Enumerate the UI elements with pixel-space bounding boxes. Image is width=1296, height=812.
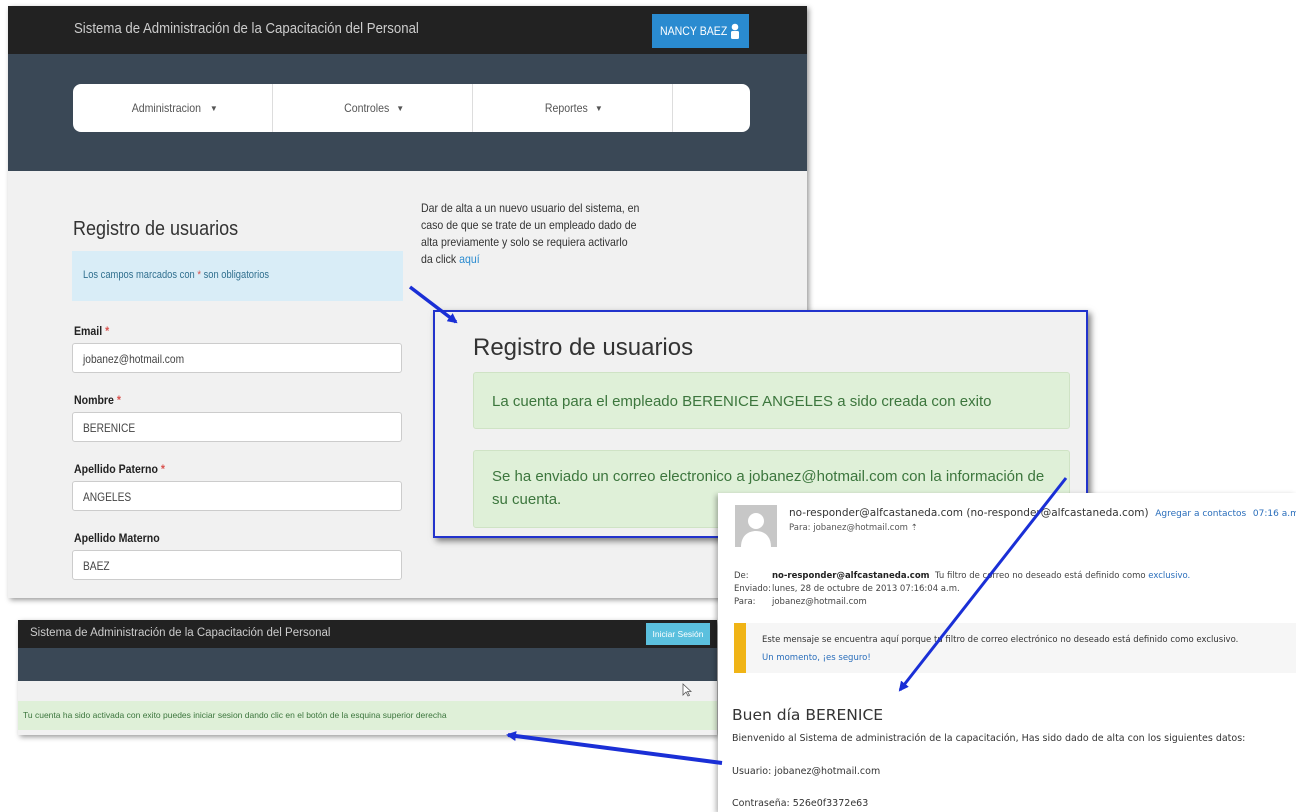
caret-down-icon: ▼	[594, 103, 603, 113]
email-sender-header: no-responder@alfcastaneda.com (no-respon…	[789, 507, 1296, 519]
apellido-paterno-input[interactable]: ANGELES	[72, 481, 402, 511]
input-value: ANGELES	[83, 490, 132, 504]
meta-from: De: no-responder@alfcastaneda.com Tu filt…	[734, 571, 1190, 581]
nav-label: Controles	[343, 101, 390, 115]
note-text: Los campos marcados con	[83, 269, 198, 281]
account-created-alert: La cuenta para el empleado BERENICE ANGE…	[473, 372, 1070, 429]
meta-value: no-responder@alfcastaneda.com	[772, 571, 930, 581]
apellido-paterno-label: Apellido Paterno *	[74, 462, 165, 476]
caret-down-icon: ▼	[209, 103, 218, 113]
header-band	[18, 648, 717, 681]
top-navbar: Sistema de Administración de la Capacita…	[18, 620, 717, 648]
activation-success-alert: Tu cuenta ha sido activada con exito pue…	[18, 701, 717, 730]
sender-address: no-responder@alfcastaneda.com (no-respon…	[789, 507, 1149, 519]
input-value: jobanez@hotmail.com	[83, 352, 185, 366]
activation-window: Sistema de Administración de la Capacita…	[18, 620, 717, 735]
avatar	[735, 505, 777, 547]
meta-key: De:	[734, 571, 749, 581]
description-text: Dar de alta a un nuevo usuario del siste…	[421, 200, 641, 268]
meta-value: jobanez@hotmail.com	[772, 597, 867, 607]
required-fields-note: Los campos marcados con * son obligatori…	[72, 251, 403, 301]
required-mark: *	[160, 462, 165, 476]
label-text: Apellido Paterno	[74, 462, 158, 476]
page-title: Registro de usuarios	[73, 218, 239, 240]
warning-bar	[734, 623, 746, 673]
success-title: Registro de usuarios	[473, 334, 694, 361]
email-greeting: Buen día BERENICE	[732, 706, 884, 724]
safe-link[interactable]: Un momento, ¡es seguro!	[762, 653, 871, 663]
nombre-label: Nombre *	[74, 393, 121, 407]
activate-link[interactable]: aquí	[459, 252, 480, 266]
meta-to: Para: jobanez@hotmail.com	[734, 597, 867, 607]
required-mark: *	[105, 324, 110, 338]
apellido-materno-label: Apellido Materno	[74, 531, 160, 545]
email-window: no-responder@alfcastaneda.com (no-respon…	[718, 493, 1296, 812]
note-text: son obligatorios	[200, 269, 270, 281]
input-value: BAEZ	[83, 559, 110, 573]
apellido-materno-input[interactable]: BAEZ	[72, 550, 402, 580]
label-text: Nombre	[74, 393, 114, 407]
recipient-text: Para: jobanez@hotmail.com	[789, 523, 908, 533]
required-mark: *	[116, 393, 121, 407]
label-text: Apellido Materno	[74, 531, 160, 545]
expand-icon[interactable]: ⇡	[911, 523, 918, 533]
email-time: 07:16 a.m.	[1252, 509, 1296, 519]
warning-text: Este mensaje se encuentra aquí porque tu…	[762, 635, 1239, 645]
email-welcome: Bienvenido al Sistema de administración …	[732, 733, 1246, 744]
nav-administracion[interactable]: Administracion ▼	[73, 84, 273, 132]
person-icon	[741, 513, 771, 547]
main-nav: Administracion ▼ Controles ▼ Reportes ▼	[73, 84, 750, 132]
app-title: Sistema de Administración de la Capacita…	[30, 627, 331, 639]
label-text: Email	[74, 324, 103, 338]
email-label: Email *	[74, 324, 109, 338]
email-username: Usuario: jobanez@hotmail.com	[732, 766, 881, 777]
email-input[interactable]: jobanez@hotmail.com	[72, 343, 402, 373]
junk-warning: Este mensaje se encuentra aquí porque tu…	[734, 623, 1296, 673]
meta-sent: Enviado:lunes, 28 de octubre de 2013 07:…	[734, 584, 960, 594]
meta-value: lunes, 28 de octubre de 2013 07:16:04 a.…	[772, 584, 960, 594]
nav-controles[interactable]: Controles ▼	[273, 84, 473, 132]
user-icon	[731, 23, 739, 39]
email-recipient-header: Para: jobanez@hotmail.com ⇡	[789, 523, 918, 533]
login-button[interactable]: Iniciar Sesión	[646, 623, 710, 645]
filter-link[interactable]: exclusivo.	[1148, 571, 1190, 581]
add-contact-link[interactable]: Agregar a contactos	[1155, 509, 1246, 519]
app-title: Sistema de Administración de la Capacita…	[74, 20, 419, 37]
input-value: BERENICE	[83, 421, 136, 435]
arrow-icon	[506, 731, 723, 765]
caret-down-icon: ▼	[396, 103, 405, 113]
meta-key: Enviado:	[734, 584, 771, 594]
nav-reportes[interactable]: Reportes ▼	[473, 84, 673, 132]
user-name: NANCY BAEZ	[660, 24, 728, 38]
user-menu-button[interactable]: NANCY BAEZ	[652, 14, 749, 48]
meta-key: Para:	[734, 597, 756, 607]
mouse-cursor-icon	[682, 683, 692, 697]
filter-note: Tu filtro de correo no deseado está defi…	[934, 571, 1146, 581]
nav-label: Administracion	[131, 101, 202, 115]
email-password: Contraseña: 526e0f3372e63	[732, 798, 869, 809]
nombre-input[interactable]: BERENICE	[72, 412, 402, 442]
description-body: Dar de alta a un nuevo usuario del siste…	[421, 201, 640, 266]
nav-label: Reportes	[545, 101, 588, 115]
top-navbar: Sistema de Administración de la Capacita…	[8, 6, 807, 54]
